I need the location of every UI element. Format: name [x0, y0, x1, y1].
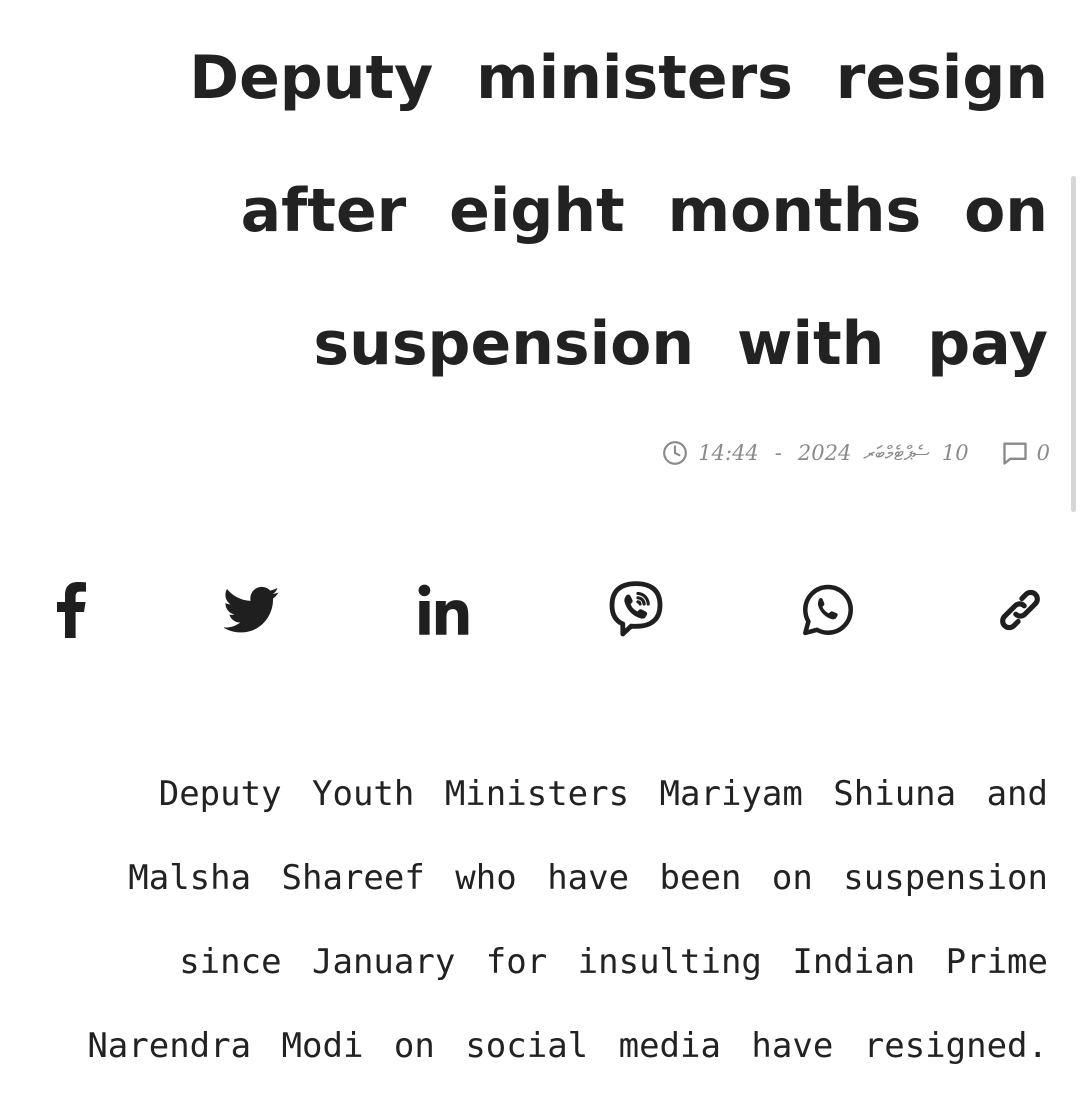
whatsapp-icon — [803, 584, 853, 636]
page-scrollbar[interactable] — [1071, 176, 1076, 512]
copy-link-button[interactable] — [988, 578, 1052, 642]
share-bar — [40, 578, 1050, 642]
article-body: Deputy Youth Ministers Mariyam Shiuna an… — [87, 774, 1048, 1066]
article-title: Deputy ministers resign after eight mont… — [189, 43, 1048, 379]
publish-year: 2024 — [797, 441, 852, 465]
linkedin-icon — [418, 584, 469, 635]
comment-icon — [1002, 442, 1027, 465]
publish-month: ސެޕްޓެމްބަރ — [863, 441, 930, 465]
link-icon — [1000, 589, 1040, 631]
twitter-icon — [224, 586, 280, 633]
publish-day: 10 — [941, 441, 969, 465]
article-meta: 14:44 - 2024 ސެޕްޓެމްބަރ 10 0 — [662, 436, 1050, 470]
share-linkedin-button[interactable] — [412, 578, 476, 642]
facebook-icon — [57, 582, 86, 638]
publish-time: 14:44 — [698, 441, 759, 465]
share-twitter-button[interactable] — [220, 578, 284, 642]
comments-link[interactable]: 0 — [1001, 439, 1050, 467]
share-facebook-button[interactable] — [40, 578, 104, 642]
clock-icon — [663, 441, 688, 465]
meta-separator: - — [774, 441, 782, 465]
share-whatsapp-button[interactable] — [796, 578, 860, 642]
comment-count: 0 — [1036, 441, 1050, 465]
share-viber-button[interactable] — [604, 578, 668, 642]
viber-icon — [609, 581, 663, 637]
